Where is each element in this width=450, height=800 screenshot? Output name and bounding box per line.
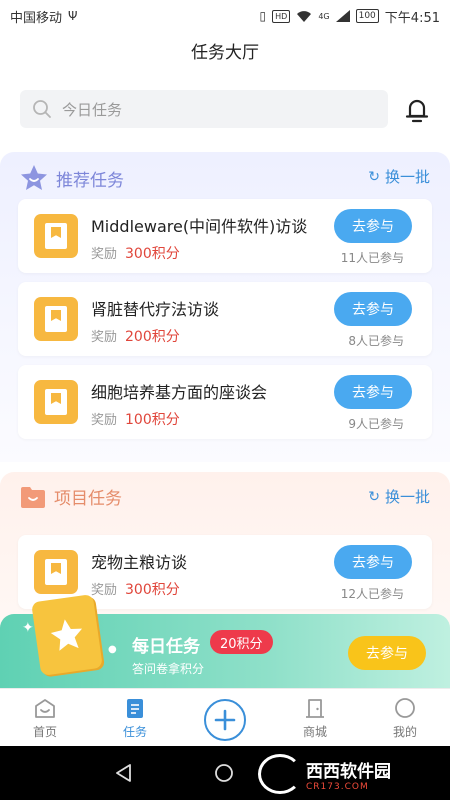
clock: 下午4:51: [384, 10, 440, 26]
hd-icon: HD: [272, 9, 291, 23]
home-circle-icon[interactable]: [214, 763, 234, 783]
profile-icon: [395, 698, 415, 718]
usb-icon: Ψ: [68, 9, 78, 23]
task-title: Middleware(中间件软件)访谈: [91, 217, 308, 236]
participant-count: 8人已参与: [348, 334, 404, 348]
recommended-header: 推荐任务: [20, 164, 124, 192]
task-title: 肾脏替代疗法访谈: [91, 300, 220, 319]
daily-task-banner[interactable]: ✦ ● 每日任务 20积分 答问卷拿积分 去参与: [0, 594, 450, 688]
tab-home-label: 首页: [32, 725, 57, 739]
participant-count: 11人已参与: [340, 251, 404, 265]
join-button[interactable]: 去参与: [334, 292, 412, 326]
watermark-text: 西西软件园 CR173.COM: [306, 757, 391, 792]
watermark-domain: CR173.COM: [306, 781, 369, 792]
status-right: ▯ HD 4G 100 下午4:51: [260, 7, 440, 26]
project-header: 项目任务: [20, 484, 122, 509]
reward-label: 奖励: [91, 330, 118, 345]
task-bookmark-icon: [34, 380, 78, 424]
reward-label: 奖励: [91, 583, 118, 598]
refresh-icon: ↻: [368, 488, 380, 505]
refresh-label: 换一批: [384, 168, 430, 186]
tab-profile-label: 我的: [392, 725, 417, 739]
star-card-icon: [31, 594, 103, 676]
search-icon: [33, 100, 51, 118]
plus-icon: [204, 699, 246, 741]
tab-profile[interactable]: 我的: [360, 689, 450, 746]
reward-points: 200积分: [125, 329, 180, 345]
wifi-icon: [297, 10, 312, 22]
watermark-c-icon: [258, 754, 302, 794]
bell-icon[interactable]: [402, 95, 432, 125]
project-title: 项目任务: [54, 489, 122, 509]
tab-mall-label: 商城: [302, 725, 327, 739]
task-bookmark-icon: [34, 550, 78, 594]
tab-tasks[interactable]: 任务: [90, 689, 180, 746]
reward-points: 300积分: [125, 582, 180, 598]
task-card[interactable]: 细胞培养基方面的座谈会 奖励 100积分 去参与 9人已参与: [18, 365, 432, 439]
network-type-icon: 4G: [318, 11, 330, 21]
door-icon: [306, 699, 324, 718]
join-button[interactable]: 去参与: [334, 209, 412, 243]
star-icon: [21, 165, 47, 190]
daily-task-title: 每日任务: [132, 637, 200, 657]
tab-add[interactable]: [180, 689, 270, 746]
carrier-label: 中国移动: [10, 10, 63, 26]
refresh-icon: ↻: [368, 168, 380, 185]
sparkle-icon: ●: [108, 644, 117, 655]
tab-home[interactable]: 首页: [0, 689, 90, 746]
recommended-refresh-button[interactable]: ↻ 换一批: [368, 166, 430, 187]
watermark-logo: 西西软件园 CR173.COM: [258, 752, 436, 796]
task-card[interactable]: Middleware(中间件软件)访谈 奖励 300积分 去参与 11人已参与: [18, 199, 432, 273]
task-bookmark-icon: [34, 297, 78, 341]
tab-tasks-label: 任务: [122, 725, 147, 739]
tab-mall[interactable]: 商城: [270, 689, 360, 746]
clipboard-icon: [127, 699, 143, 718]
back-icon[interactable]: [114, 763, 134, 783]
task-bookmark-icon: [34, 214, 78, 258]
watermark-brand: 西西软件园: [306, 761, 391, 782]
page-title: 任务大厅: [191, 43, 259, 63]
daily-task-subtitle: 答问卷拿积分: [132, 662, 205, 676]
home-icon: [35, 699, 55, 718]
task-title: 宠物主粮访谈: [91, 553, 188, 572]
search-input[interactable]: 今日任务: [20, 90, 388, 128]
battery-icon: 100: [355, 9, 379, 23]
reward-points: 100积分: [125, 412, 180, 428]
vibrate-icon: ▯: [259, 9, 267, 23]
search-placeholder: 今日任务: [62, 100, 123, 119]
reward-label: 奖励: [91, 247, 118, 262]
task-title: 细胞培养基方面的座谈会: [91, 383, 268, 402]
recommended-section: 推荐任务 ↻ 换一批 Middleware(中间件软件)访谈 奖励 300积分 去…: [0, 152, 450, 462]
daily-points-badge: 20积分: [210, 630, 273, 654]
task-reward: 奖励 100积分: [91, 409, 180, 429]
daily-join-button[interactable]: 去参与: [348, 636, 426, 670]
reward-points: 300积分: [125, 246, 180, 262]
signal-icon: [335, 10, 350, 22]
bottom-tab-bar: 首页 任务 商城 我的: [0, 688, 450, 746]
reward-label: 奖励: [91, 413, 118, 428]
task-reward: 奖励 300积分: [91, 243, 180, 263]
refresh-label: 换一批: [384, 488, 430, 506]
participant-count: 12人已参与: [340, 587, 404, 601]
task-reward: 奖励 200积分: [91, 326, 180, 346]
task-reward: 奖励 300积分: [91, 579, 180, 599]
participant-count: 9人已参与: [348, 417, 404, 431]
sparkle-icon: ✦: [22, 620, 34, 636]
join-button[interactable]: 去参与: [334, 545, 412, 579]
status-left: 中国移动 Ψ: [10, 7, 77, 26]
project-refresh-button[interactable]: ↻ 换一批: [368, 486, 430, 507]
join-button[interactable]: 去参与: [334, 375, 412, 409]
status-bar: 中国移动 Ψ ▯ HD 4G 100 下午4:51: [0, 0, 450, 32]
folder-icon: [21, 486, 45, 508]
recommended-title: 推荐任务: [56, 170, 124, 191]
task-card[interactable]: 肾脏替代疗法访谈 奖励 200积分 去参与 8人已参与: [18, 282, 432, 356]
